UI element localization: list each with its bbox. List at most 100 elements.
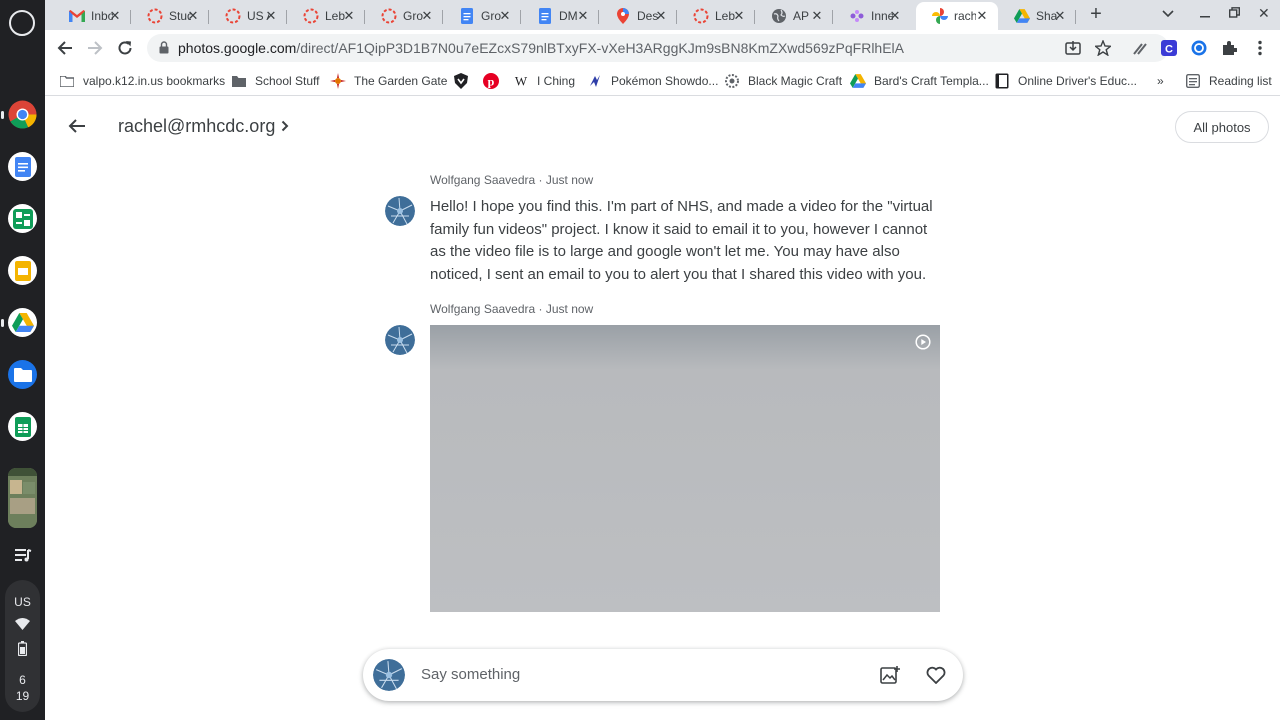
bookmark-school-stuff[interactable]: School Stuff: [231, 71, 320, 91]
address-bar[interactable]: photos.google.com/direct/AF1QipP3D1B7N0u…: [147, 34, 1169, 62]
close-tab-icon[interactable]: ✕: [575, 8, 591, 24]
wifi-icon: [15, 618, 30, 633]
message-time: Just now: [545, 302, 594, 316]
tab-inbox[interactable]: Inbox✕: [53, 2, 131, 30]
comment-input[interactable]: Say something: [421, 666, 520, 683]
bookmark-drivers-ed[interactable]: Online Driver's Educ...: [994, 71, 1137, 91]
close-tab-icon[interactable]: ✕: [731, 8, 747, 24]
close-tab-icon[interactable]: ✕: [107, 8, 123, 24]
drive-icon[interactable]: [1, 308, 37, 337]
close-tab-icon[interactable]: ✕: [419, 8, 435, 24]
url-path: /direct/AF1QipP3D1B7N0u7eEZcxS79nlBTxyFX…: [296, 40, 904, 56]
gmail-icon: [69, 8, 85, 24]
bookmark-star-icon[interactable]: [1094, 39, 1112, 57]
tab-us-a[interactable]: US A✕: [209, 2, 287, 30]
bookmarks-bar: valpo.k12.in.us bookmarks School Stuff T…: [45, 66, 1280, 96]
tab-inne[interactable]: Inne ✕: [833, 2, 911, 30]
drive-icon: [850, 73, 866, 89]
tab-des[interactable]: Des ✕: [599, 2, 677, 30]
launcher-icon[interactable]: [9, 10, 35, 36]
tab-gro[interactable]: Gro ✕: [365, 2, 443, 30]
bookmark-valpo[interactable]: valpo.k12.in.us bookmarks: [59, 71, 225, 91]
bookmarks-overflow-icon[interactable]: »: [1157, 71, 1164, 91]
sheets-plus-icon[interactable]: [8, 204, 37, 233]
maps-pin-icon: [615, 8, 631, 24]
bookmark-i-ching[interactable]: W I Ching: [513, 71, 575, 91]
install-app-icon[interactable]: [1064, 39, 1082, 57]
bookmark-shield[interactable]: [453, 71, 477, 91]
all-photos-button[interactable]: All photos: [1175, 111, 1269, 143]
tab-stud[interactable]: Stud ✕: [131, 2, 209, 30]
forward-icon[interactable]: [85, 38, 105, 58]
minimize-icon[interactable]: [1200, 6, 1210, 21]
clock-hour: 6: [19, 673, 26, 687]
close-tab-icon[interactable]: ✕: [185, 8, 201, 24]
bookmark-bards-craft[interactable]: Bard's Craft Templa...: [850, 71, 989, 91]
close-tab-icon[interactable]: ✕: [974, 8, 990, 24]
extension-c-icon[interactable]: C: [1160, 39, 1178, 57]
conversation-title-text: rachel@rmhcdc.org: [118, 116, 276, 136]
spinner-icon: [693, 8, 709, 24]
back-icon[interactable]: [55, 38, 75, 58]
back-arrow-icon[interactable]: [67, 116, 87, 141]
tab-strip: Inbox✕ Stud✕ US A✕ Leb✕ Gro✕ Gro✕ DM✕ De…: [45, 0, 1280, 30]
slides-icon[interactable]: [8, 256, 37, 285]
tab-gro-doc[interactable]: Gro ✕: [443, 2, 521, 30]
chrome-icon[interactable]: [1, 100, 37, 129]
lock-icon[interactable]: [159, 41, 169, 59]
extension-pen-icon[interactable]: [1131, 39, 1149, 57]
pinterest-icon: p: [483, 73, 499, 89]
bookmark-black-magic-craft[interactable]: Black Magic Craft: [724, 71, 842, 91]
reading-list-button[interactable]: Reading list: [1185, 71, 1272, 91]
conversation-title[interactable]: rachel@rmhcdc.org: [118, 116, 289, 137]
add-photo-icon[interactable]: [879, 664, 901, 686]
bookmark-pokemon-showdown[interactable]: Pokémon Showdo...: [587, 71, 718, 91]
restore-icon[interactable]: [1228, 6, 1240, 21]
battery-icon: [17, 641, 28, 659]
tab-dm[interactable]: DM ✕: [521, 2, 599, 30]
svg-text:p: p: [488, 75, 495, 89]
photos-conversation-page: rachel@rmhcdc.org All photos Wolfgang Sa…: [45, 97, 1280, 720]
extension-shield-icon[interactable]: [1190, 39, 1208, 57]
url-text[interactable]: photos.google.com/direct/AF1QipP3D1B7N0u…: [178, 40, 904, 56]
ime-indicator: US: [14, 595, 31, 609]
docs-icon[interactable]: [8, 152, 37, 181]
book-icon: [994, 73, 1010, 89]
tab-rach-active[interactable]: rach ✕: [916, 2, 998, 30]
tab-sha[interactable]: Sha ✕: [998, 2, 1076, 30]
globe-icon: [771, 8, 787, 24]
close-tab-icon[interactable]: ✕: [809, 8, 825, 24]
svg-text:C: C: [1165, 44, 1173, 56]
shared-video-thumbnail[interactable]: [430, 325, 940, 612]
files-icon[interactable]: [8, 360, 37, 389]
close-tab-icon[interactable]: ✕: [341, 8, 357, 24]
status-tray[interactable]: US 6 19: [5, 580, 40, 712]
clock-minute: 19: [15, 689, 30, 703]
photo-thumbnail-icon[interactable]: [8, 468, 37, 528]
close-tab-icon[interactable]: ✕: [653, 8, 669, 24]
extensions-puzzle-icon[interactable]: [1220, 39, 1238, 57]
tab-leb[interactable]: Leb ✕: [287, 2, 365, 30]
bookmark-pinterest[interactable]: p: [483, 71, 507, 91]
bookmark-garden-gate[interactable]: The Garden Gate: [330, 71, 447, 91]
sheets-icon[interactable]: [8, 412, 37, 441]
reload-icon[interactable]: [115, 38, 135, 58]
play-icon: [915, 334, 931, 355]
clock: 6 19: [5, 672, 40, 704]
craft-icon: [724, 73, 740, 89]
close-tab-icon[interactable]: ✕: [887, 8, 903, 24]
close-window-icon[interactable]: ✕: [1258, 5, 1270, 22]
tab-search-icon[interactable]: [1162, 6, 1174, 21]
heart-icon[interactable]: [925, 664, 947, 686]
avatar[interactable]: [385, 196, 415, 226]
avatar[interactable]: [385, 325, 415, 355]
close-tab-icon[interactable]: ✕: [263, 8, 279, 24]
new-tab-icon[interactable]: +: [1086, 4, 1106, 24]
playlist-icon[interactable]: [8, 540, 37, 569]
close-tab-icon[interactable]: ✕: [1052, 8, 1068, 24]
chrome-menu-icon[interactable]: [1251, 39, 1269, 57]
tab-leb-2[interactable]: Leb ✕: [677, 2, 755, 30]
close-tab-icon[interactable]: ✕: [497, 8, 513, 24]
docs-icon: [537, 8, 553, 24]
tab-ap[interactable]: AP ✕: [755, 2, 833, 30]
